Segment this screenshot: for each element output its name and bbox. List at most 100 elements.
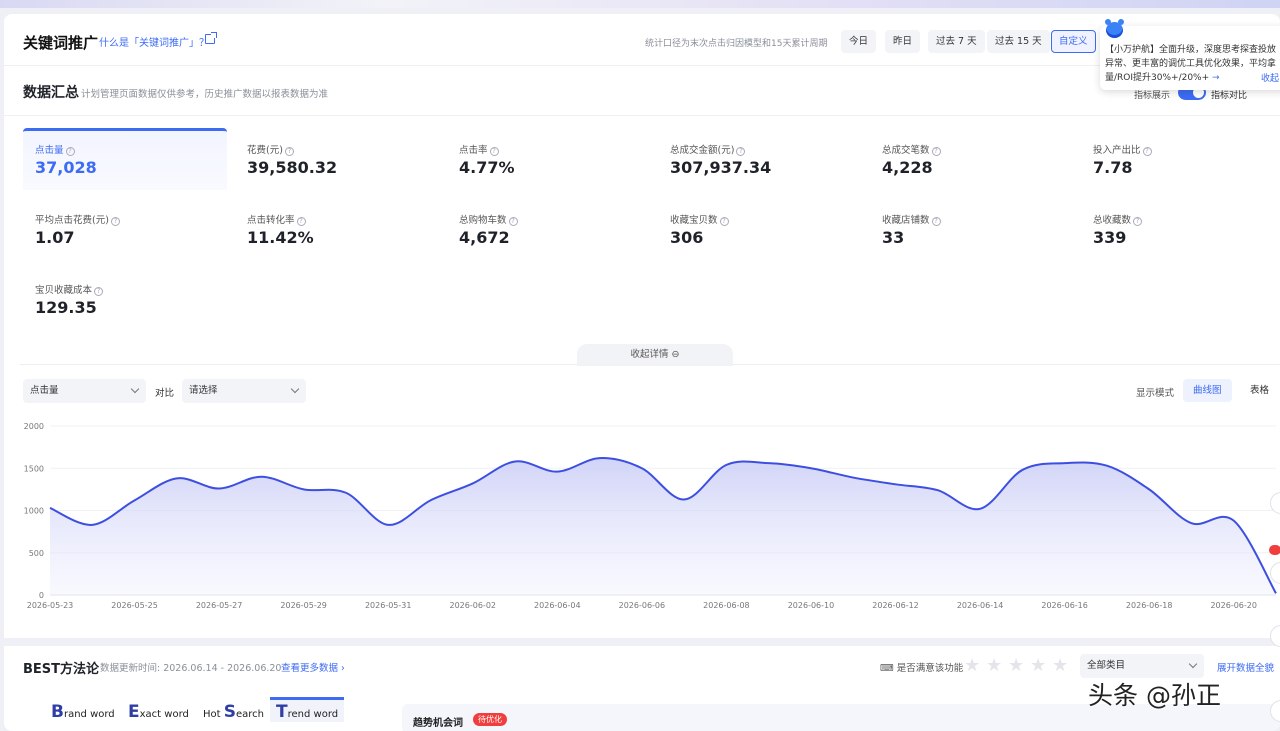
date-yesterday-button[interactable]: 昨日 — [885, 30, 921, 53]
tab-label: rand word — [63, 709, 115, 720]
metric-select-value: 点击量 — [30, 385, 59, 396]
metric-label: 点击量 — [35, 145, 64, 156]
notice-message: 【小万护航】全面升级，深度思考探查投放异常、更丰富的调优工具优化效果，平均拿量/… — [1105, 45, 1277, 83]
notice-text: 【小万护航】全面升级，深度思考探查投放异常、更丰富的调优工具优化效果，平均拿量/… — [1105, 43, 1280, 85]
x-tick-label: 2026-06-06 — [619, 601, 666, 610]
help-link[interactable]: 什么是「关键词推广」？ — [99, 34, 209, 49]
satisfaction-label: ⌨ 是否满意该功能 — [880, 663, 964, 674]
help-icon[interactable]: ? — [931, 217, 941, 226]
star-icon[interactable]: ★ — [986, 655, 1002, 676]
star-icon[interactable]: ★ — [964, 655, 980, 676]
trend-area-chart: 0 500 1000 1500 2000 2026-05-23 2026-05-25 2026… — [24, 422, 1277, 610]
category-select[interactable]: 全部类目 — [1080, 654, 1204, 678]
date-7days-button[interactable]: 过去 7 天 — [928, 30, 985, 53]
expand-data-link[interactable]: 展开数据全貌 — [1217, 660, 1274, 674]
metric-select[interactable]: 点击量 — [23, 379, 146, 403]
tab-label: earch — [236, 709, 265, 720]
arrow-right-icon[interactable]: → — [1212, 73, 1220, 83]
star-icon[interactable]: ★ — [1008, 655, 1024, 676]
metric-card-fav-cost[interactable]: 宝贝收藏成本? 129.35 — [23, 268, 227, 330]
summary-description: 计划管理页面数据仅供参考，历史推广数据以报表数据为准 — [81, 89, 329, 100]
metric-card-gmv[interactable]: 总成交金额(元)? 307,937.34 — [658, 128, 862, 190]
date-custom-button[interactable]: 自定义 — [1051, 30, 1096, 53]
tab-prefix: Hot — [203, 709, 224, 720]
tab-trend-word[interactable]: Trend word — [270, 697, 345, 722]
tab-hot-search[interactable]: Hot Search — [203, 702, 264, 722]
assistant-mascot-icon[interactable] — [1105, 19, 1124, 38]
metric-value: 307,937.34 — [670, 158, 772, 177]
help-icon[interactable]: ? — [1133, 217, 1143, 226]
trend-title: 趋势机会词 — [413, 718, 463, 729]
metric-card-total-fav[interactable]: 总收藏数? 339 — [1081, 198, 1280, 260]
metric-label: 收藏店铺数 — [882, 215, 930, 226]
help-icon[interactable]: ? — [284, 147, 294, 156]
metric-card-cpc[interactable]: 平均点击花费(元)? 1.07 — [23, 198, 227, 260]
star-icon[interactable]: ★ — [1030, 655, 1046, 676]
x-tick-label: 2026-06-02 — [450, 601, 497, 610]
metric-card-shop-fav[interactable]: 收藏店铺数? 33 — [870, 198, 1074, 260]
metric-card-ctr[interactable]: 点击率? 4.77% — [447, 128, 651, 190]
caliber-note: 统计口径为末次点击归因模型和15天累计周期 — [645, 39, 828, 49]
metric-card-clicks[interactable]: 点击量? 37,028 — [23, 128, 227, 190]
compare-select[interactable]: 请选择 — [182, 379, 306, 403]
help-icon[interactable]: ? — [296, 217, 306, 226]
y-tick-label: 0 — [39, 591, 44, 600]
metric-value: 11.42% — [247, 228, 314, 247]
notice-collapse-link[interactable]: 收起 — [1261, 71, 1279, 84]
help-icon[interactable]: ? — [931, 147, 941, 156]
mode-curve-button[interactable]: 曲线图 — [1183, 379, 1232, 402]
summary-header: 数据汇总 计划管理页面数据仅供参考，历史推广数据以报表数据为准 指标展示 指标对… — [4, 66, 1280, 116]
help-icon[interactable]: ? — [1142, 147, 1152, 156]
watermark: 头条 @孙正 — [1088, 681, 1221, 710]
star-icon[interactable]: ★ — [1052, 655, 1068, 676]
metric-value: 306 — [670, 228, 704, 247]
mode-table-button[interactable]: 表格 — [1240, 379, 1279, 402]
metric-value: 7.78 — [1093, 158, 1133, 177]
metric-value: 1.07 — [35, 228, 75, 247]
metric-label: 总购物车数 — [459, 215, 507, 226]
y-tick-label: 1000 — [24, 507, 44, 516]
x-tick-label: 2026-06-08 — [703, 601, 750, 610]
help-icon[interactable]: ? — [110, 217, 120, 226]
metric-value: 129.35 — [35, 298, 97, 317]
metric-card-item-fav[interactable]: 收藏宝贝数? 306 — [658, 198, 862, 260]
tab-initial: B — [51, 702, 64, 722]
date-today-button[interactable]: 今日 — [841, 30, 877, 53]
metric-value: 339 — [1093, 228, 1127, 247]
help-icon[interactable]: ? — [65, 147, 75, 156]
metric-label: 花费(元) — [247, 145, 283, 156]
x-tick-label: 2026-06-14 — [957, 601, 1004, 610]
metric-card-cost[interactable]: 花费(元)? 39,580.32 — [235, 128, 439, 190]
metric-card-cart[interactable]: 总购物车数? 4,672 — [447, 198, 651, 260]
tab-brand-word[interactable]: Brand word — [51, 702, 115, 722]
metric-card-roi[interactable]: 投入产出比? 7.78 — [1081, 128, 1280, 190]
view-more-link[interactable]: 查看更多数据 › — [281, 660, 345, 674]
collapse-details-button[interactable]: 收起详情 ⊖ — [577, 344, 733, 366]
tab-exact-word[interactable]: Exact word — [128, 702, 189, 722]
x-tick-label: 2026-06-04 — [534, 601, 581, 610]
metric-card-cvr[interactable]: 点击转化率? 11.42% — [235, 198, 439, 260]
chevron-down-icon — [290, 384, 300, 394]
notice-popup: 【小万护航】全面升级，深度思考探查投放异常、更丰富的调优工具优化效果，平均拿量/… — [1100, 26, 1280, 90]
update-time: 数据更新时间: 2026.06.14 - 2026.06.20 — [100, 663, 282, 674]
metric-label: 宝贝收藏成本 — [35, 285, 93, 296]
x-tick-label: 2026-06-20 — [1210, 601, 1257, 610]
help-icon[interactable]: ? — [508, 217, 518, 226]
section-gap — [4, 638, 1280, 646]
tab-initial: T — [276, 702, 288, 722]
y-tick-label: 2000 — [24, 422, 44, 431]
display-mode-label: 显示模式 — [1136, 388, 1175, 399]
metric-label: 总成交笔数 — [882, 145, 930, 156]
metric-value: 4,228 — [882, 158, 933, 177]
help-icon[interactable]: ? — [736, 147, 746, 156]
help-icon[interactable]: ? — [719, 217, 729, 226]
external-link-icon[interactable] — [205, 32, 217, 44]
help-icon[interactable]: ? — [94, 287, 104, 296]
page-header: 关键词推广 什么是「关键词推广」？ 统计口径为末次点击归因模型和15天累计周期 … — [4, 14, 1280, 66]
date-15days-button[interactable]: 过去 15 天 — [987, 30, 1050, 53]
metric-card-orders[interactable]: 总成交笔数? 4,228 — [870, 128, 1074, 190]
page-title: 关键词推广 — [23, 34, 99, 52]
x-tick-label: 2026-06-18 — [1126, 601, 1173, 610]
help-icon[interactable]: ? — [489, 147, 499, 156]
metric-label: 投入产出比 — [1093, 145, 1141, 156]
